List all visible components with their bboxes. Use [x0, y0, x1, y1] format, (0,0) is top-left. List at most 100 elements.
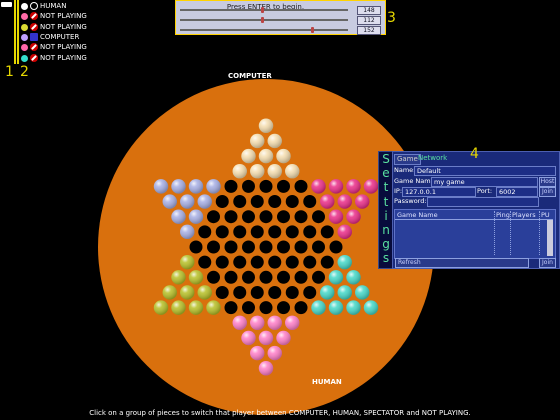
board-hole[interactable] — [268, 255, 282, 269]
col-sep-3 — [539, 211, 541, 255]
col-sep-2 — [510, 211, 512, 255]
col-players[interactable]: Players — [512, 211, 536, 219]
board-hole[interactable] — [268, 225, 282, 239]
join-server-button[interactable]: Join — [539, 258, 556, 268]
board-hole[interactable] — [242, 179, 255, 193]
game-piece-highlight — [267, 164, 282, 179]
board-hole[interactable] — [215, 285, 229, 299]
list-scrollbar[interactable] — [547, 220, 553, 256]
name-field[interactable]: Default — [414, 166, 556, 176]
board-hole[interactable] — [303, 195, 317, 209]
board-hole[interactable] — [242, 210, 255, 224]
board-hole[interactable] — [277, 240, 290, 254]
board-hole[interactable] — [303, 285, 317, 299]
board-hole[interactable] — [233, 255, 247, 269]
player-row[interactable]: COMPUTER — [0, 32, 96, 42]
board-hole[interactable] — [285, 195, 299, 209]
board-hole[interactable] — [250, 285, 264, 299]
board-hole[interactable] — [303, 225, 317, 239]
player-status-label: NOT PLAYING — [40, 53, 87, 62]
settings-tab-letter: n — [382, 223, 390, 238]
board-hole[interactable] — [224, 301, 238, 315]
player-row[interactable]: NOT PLAYING — [0, 42, 96, 52]
board-hole[interactable] — [215, 255, 229, 269]
board-hole[interactable] — [224, 179, 238, 193]
board-hole[interactable] — [277, 179, 290, 193]
port-field[interactable]: 6002 — [496, 187, 538, 197]
board-hole[interactable] — [285, 225, 299, 239]
board-hole[interactable] — [294, 179, 308, 193]
slider-marker[interactable] — [311, 27, 315, 33]
game-piece-highlight — [258, 118, 274, 133]
player-row[interactable]: NOT PLAYING — [0, 11, 96, 21]
slider-track[interactable] — [180, 9, 348, 11]
board-hole[interactable] — [198, 225, 212, 239]
board-hole[interactable] — [259, 179, 273, 193]
host-button[interactable]: Host — [539, 177, 556, 187]
player-row[interactable]: HUMAN — [0, 1, 96, 11]
board-hole[interactable] — [277, 301, 290, 315]
join-button[interactable]: Join — [539, 187, 556, 197]
board-hole[interactable] — [242, 270, 255, 284]
board-hole[interactable] — [268, 195, 282, 209]
board-hole[interactable] — [250, 255, 264, 269]
slider-marker[interactable] — [260, 17, 264, 23]
board-hole[interactable] — [215, 195, 229, 209]
value-box: 112 — [357, 16, 381, 25]
board-hole[interactable] — [224, 240, 238, 254]
board-hole[interactable] — [224, 210, 238, 224]
col-pu[interactable]: PU — [541, 211, 550, 219]
board-hole[interactable] — [242, 301, 255, 315]
game-name-field[interactable]: my game — [431, 177, 538, 187]
slider-track[interactable] — [180, 19, 348, 21]
board-hole[interactable] — [312, 240, 325, 254]
board-hole[interactable] — [215, 225, 229, 239]
player-row[interactable]: NOT PLAYING — [0, 53, 96, 63]
board-hole[interactable] — [294, 210, 308, 224]
board-hole[interactable] — [259, 301, 273, 315]
board-hole[interactable] — [294, 240, 308, 254]
game-piece-highlight — [180, 254, 195, 270]
board-hole[interactable] — [320, 255, 334, 269]
board-hole[interactable] — [259, 270, 273, 284]
board-hole[interactable] — [224, 270, 238, 284]
col-ping[interactable]: Ping — [496, 211, 510, 219]
slider-track[interactable] — [180, 29, 348, 31]
board-hole[interactable] — [250, 225, 264, 239]
board-hole[interactable] — [285, 285, 299, 299]
slider-marker[interactable] — [260, 7, 264, 13]
board-hole[interactable] — [189, 240, 203, 254]
ip-field[interactable]: 127.0.0.1 — [402, 187, 476, 197]
board-hole[interactable] — [320, 225, 334, 239]
board-hole[interactable] — [233, 225, 247, 239]
board-hole[interactable] — [233, 195, 247, 209]
board-hole[interactable] — [259, 240, 273, 254]
board-hole[interactable] — [242, 240, 255, 254]
board-hole[interactable] — [207, 240, 220, 254]
not-playing-icon — [30, 22, 38, 31]
server-list[interactable]: Game Name Ping Players PU — [394, 209, 556, 259]
board-hole[interactable] — [277, 270, 290, 284]
col-game-name[interactable]: Game Name — [397, 211, 438, 219]
board-hole[interactable] — [312, 270, 325, 284]
board-hole[interactable] — [312, 210, 325, 224]
board-hole[interactable] — [259, 210, 273, 224]
game-piece-highlight — [328, 209, 344, 224]
board-hole[interactable] — [207, 270, 220, 284]
board-hole[interactable] — [250, 195, 264, 209]
board-hole[interactable] — [233, 285, 247, 299]
board-hole[interactable] — [207, 210, 220, 224]
board-hole[interactable] — [294, 301, 308, 315]
board-hole[interactable] — [303, 255, 317, 269]
refresh-button[interactable]: Refresh — [395, 258, 529, 268]
board-hole[interactable] — [285, 255, 299, 269]
board-hole[interactable] — [329, 240, 343, 254]
player-row[interactable]: NOT PLAYING — [0, 22, 96, 32]
help-footer: Click on a group of pieces to switch tha… — [89, 409, 471, 417]
board-hole[interactable] — [198, 255, 212, 269]
tab-network[interactable]: Network — [416, 154, 449, 163]
board-hole[interactable] — [294, 270, 308, 284]
password-field[interactable] — [427, 197, 539, 207]
board-hole[interactable] — [268, 285, 282, 299]
board-hole[interactable] — [277, 210, 290, 224]
